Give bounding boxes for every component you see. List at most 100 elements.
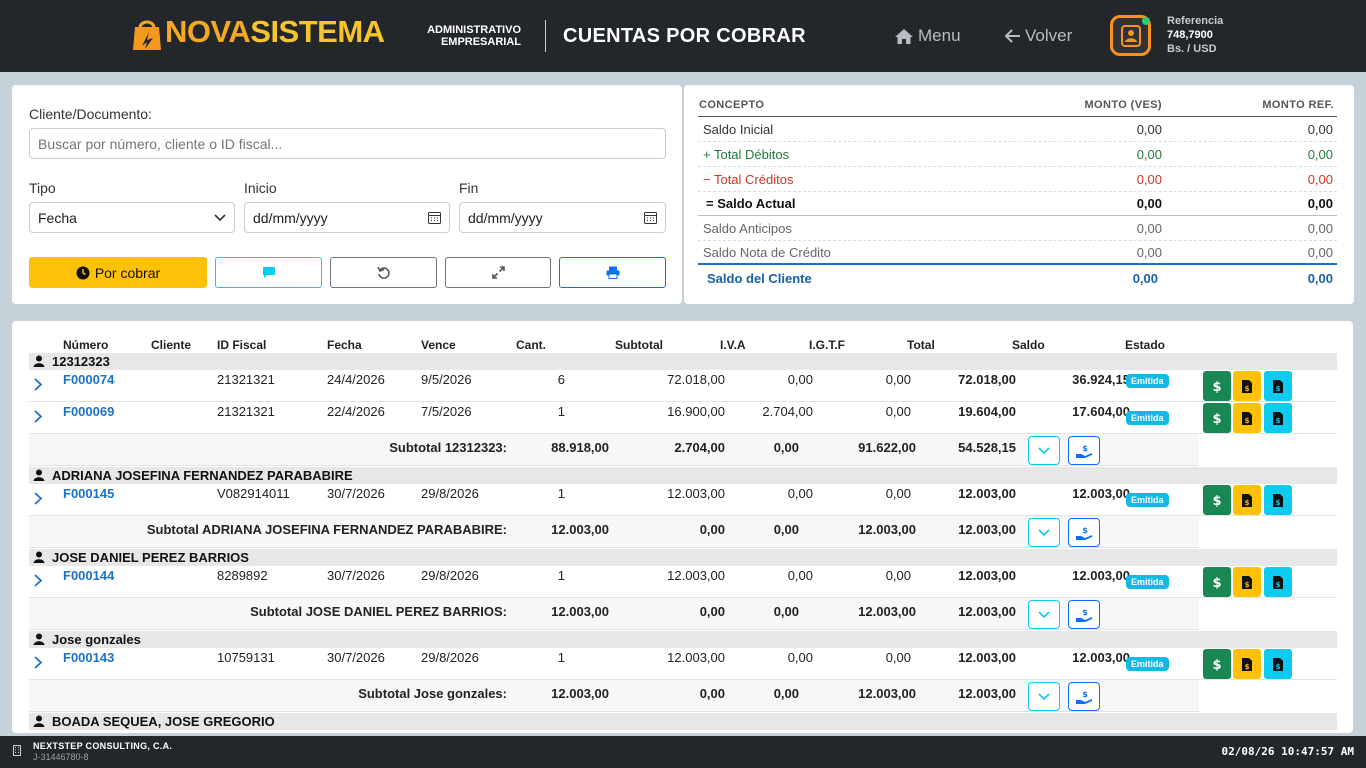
doc-number-link[interactable]: F000074 — [63, 372, 114, 387]
summary-ref: 0,00 — [1307, 245, 1333, 260]
summary-row-total-debitos: + Total Débitos 0,00 0,00 — [698, 143, 1337, 167]
statement-doc-button[interactable]: $ — [1264, 649, 1292, 679]
hand-holding-dollar-icon: $ — [1076, 526, 1092, 540]
tipo-select-value: Fecha — [38, 209, 77, 226]
cell-iva: 0,00 — [787, 372, 813, 387]
doc-number-link[interactable]: F000145 — [63, 486, 114, 501]
file-invoice-icon: $ — [1242, 657, 1252, 671]
group-payment-button[interactable]: $ — [1068, 600, 1100, 629]
chevron-right-icon[interactable] — [34, 378, 43, 391]
subtotal-label: Subtotal 12312323: — [389, 440, 507, 455]
statement-doc-button[interactable]: $ — [1264, 403, 1292, 433]
payment-button[interactable]: $ — [1203, 649, 1231, 679]
table-row[interactable]: F000143 10759131 30/7/2026 29/8/2026 1 1… — [29, 648, 1337, 680]
subtotal-igtf: 0,00 — [773, 522, 799, 537]
back-link[interactable]: Volver — [1005, 26, 1072, 46]
subtotal-saldo: 54.528,15 — [958, 440, 1016, 455]
exchange-rate: Referencia 748,7900 Bs. / USD — [1167, 14, 1223, 56]
search-input[interactable] — [29, 128, 666, 159]
exchange-rate-label: Referencia — [1167, 15, 1224, 27]
file-invoice-icon: $ — [1273, 575, 1283, 589]
summary-header-concepto: CONCEPTO — [699, 99, 765, 111]
summary-ves: 0,00 — [1136, 221, 1162, 236]
chevron-right-icon[interactable] — [34, 410, 43, 423]
payment-button[interactable]: $ — [1203, 371, 1231, 401]
summary-total-concepto: Saldo del Cliente — [707, 271, 812, 286]
summary-ves: 0,00 — [1136, 245, 1162, 260]
chevron-right-icon[interactable] — [34, 492, 43, 505]
cell-subtotal: 72.018,00 — [667, 372, 725, 387]
summary-row-total-creditos: − Total Créditos 0,00 0,00 — [698, 168, 1337, 192]
expand-group-button[interactable] — [1028, 518, 1060, 547]
expand-group-button[interactable] — [1028, 600, 1060, 629]
fin-date-field[interactable]: dd/mm/yyyy — [459, 202, 666, 233]
menu-link[interactable]: Menu — [894, 26, 961, 46]
invoice-doc-button[interactable]: $ — [1233, 649, 1261, 679]
statement-doc-button[interactable]: $ — [1264, 485, 1292, 515]
col-iva: I.V.A — [720, 338, 746, 352]
group-payment-button[interactable]: $ — [1068, 518, 1100, 547]
cell-fecha: 24/4/2026 — [327, 372, 385, 387]
payment-button[interactable]: $ — [1203, 403, 1231, 433]
fin-label: Fin — [459, 180, 479, 196]
user-icon — [1120, 24, 1141, 47]
client-group-header: 12312323 — [29, 353, 1337, 370]
print-button[interactable] — [559, 257, 666, 288]
invoice-doc-button[interactable]: $ — [1233, 567, 1261, 597]
tipo-select[interactable]: Fecha — [29, 202, 235, 233]
cell-cant: 1 — [557, 650, 565, 665]
doc-number-link[interactable]: F000143 — [63, 650, 114, 665]
svg-text:$: $ — [1276, 499, 1281, 507]
cell-iva: 0,00 — [787, 568, 813, 583]
exchange-rate-unit: Bs. / USD — [1167, 43, 1217, 55]
subtotal-igtf: 0,00 — [773, 686, 799, 701]
por-cobrar-button[interactable]: Por cobrar — [29, 257, 207, 288]
subtotal-total: 91.622,00 — [858, 440, 916, 455]
building-icon — [13, 745, 21, 756]
subtotal-row: Subtotal Jose gonzales: 12.003,00 0,00 0… — [29, 680, 1199, 712]
summary-ref: 0,00 — [1307, 196, 1333, 211]
invoice-doc-button[interactable]: $ — [1233, 371, 1261, 401]
cell-total: 12.003,00 — [958, 650, 1016, 665]
file-invoice-icon: $ — [1242, 493, 1252, 507]
payment-button[interactable]: $ — [1203, 567, 1231, 597]
inicio-date-field[interactable]: dd/mm/yyyy — [244, 202, 450, 233]
chevron-right-icon[interactable] — [34, 656, 43, 669]
invoice-doc-button[interactable]: $ — [1233, 485, 1261, 515]
statement-doc-button[interactable]: $ — [1264, 567, 1292, 597]
statement-doc-button[interactable]: $ — [1264, 371, 1292, 401]
subtotal-saldo: 12.003,00 — [958, 522, 1016, 537]
doc-number-link[interactable]: F000144 — [63, 568, 114, 583]
payment-button[interactable]: $ — [1203, 485, 1231, 515]
group-payment-button[interactable]: $ — [1068, 436, 1100, 465]
subtotal-row: Subtotal JOSE DANIEL PEREZ BARRIOS: 12.0… — [29, 598, 1199, 630]
table-row[interactable]: F000145 V082914011 30/7/2026 29/8/2026 1… — [29, 484, 1337, 516]
expand-button[interactable] — [445, 257, 551, 288]
summary-ref: 0,00 — [1307, 172, 1333, 187]
cell-igtf: 0,00 — [885, 404, 911, 419]
cell-saldo: 12.003,00 — [1072, 568, 1130, 583]
subtotal-total: 12.003,00 — [858, 604, 916, 619]
hand-holding-dollar-icon: $ — [1076, 444, 1092, 458]
dollar-icon: $ — [1212, 576, 1221, 589]
table-row[interactable]: F000074 21321321 24/4/2026 9/5/2026 6 72… — [29, 370, 1337, 402]
cell-igtf: 0,00 — [885, 568, 911, 583]
cell-cant: 1 — [557, 568, 565, 583]
company-rif: J-31446780-8 — [33, 752, 89, 762]
doc-number-link[interactable]: F000069 — [63, 404, 114, 419]
message-button[interactable] — [215, 257, 322, 288]
cell-saldo: 12.003,00 — [1072, 486, 1130, 501]
svg-text:$: $ — [1245, 663, 1250, 671]
chevron-right-icon[interactable] — [34, 574, 43, 587]
table-row[interactable]: F000069 21321321 22/4/2026 7/5/2026 1 16… — [29, 402, 1337, 434]
cell-vence: 29/8/2026 — [421, 650, 479, 665]
table-row[interactable]: F000144 8289892 30/7/2026 29/8/2026 1 12… — [29, 566, 1337, 598]
summary-ref: 0,00 — [1307, 147, 1333, 162]
group-payment-button[interactable]: $ — [1068, 682, 1100, 711]
expand-group-button[interactable] — [1028, 682, 1060, 711]
reset-button[interactable] — [330, 257, 437, 288]
expand-group-button[interactable] — [1028, 436, 1060, 465]
inicio-date-value: dd/mm/yyyy — [253, 209, 328, 226]
invoice-doc-button[interactable]: $ — [1233, 403, 1261, 433]
datetime: 02/08/26 10:47:57 AM — [1221, 745, 1354, 758]
